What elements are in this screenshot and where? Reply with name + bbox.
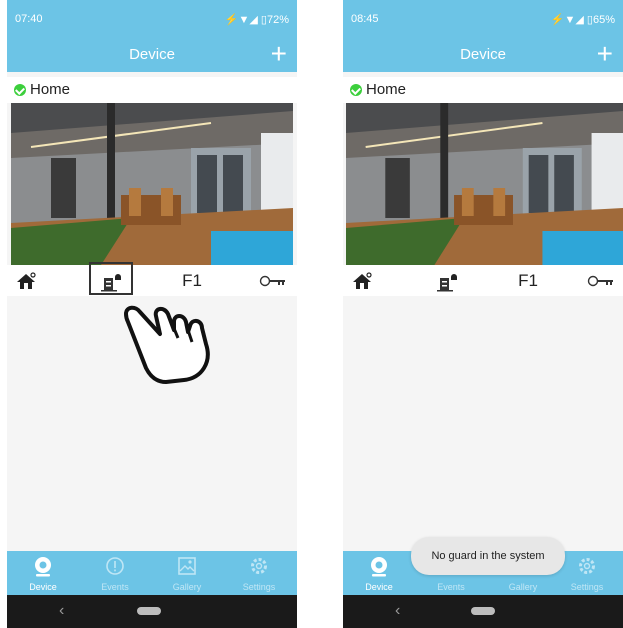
toast-message: No guard in the system (411, 537, 565, 575)
status-time: 08:45 (351, 13, 379, 25)
camera-preview[interactable] (346, 103, 623, 265)
status-time: 07:40 (15, 13, 43, 25)
device-header[interactable]: Home (343, 77, 623, 103)
home-gesture-pill[interactable] (137, 607, 161, 615)
key-unlock-icon[interactable] (587, 265, 623, 296)
tab-label: Device (29, 582, 57, 592)
page-title: Device (129, 46, 175, 63)
key-unlock-icon[interactable] (253, 265, 293, 296)
page-title: Device (460, 46, 506, 63)
gallery-icon (178, 557, 196, 575)
device-name: Home (30, 81, 71, 98)
tab-device[interactable]: Device (7, 551, 79, 595)
house-photo (346, 103, 623, 265)
device-name: Home (366, 81, 407, 98)
device-icon (35, 557, 51, 577)
f1-button[interactable]: F1 (508, 265, 548, 296)
settings-icon (251, 558, 267, 574)
settings-icon (579, 558, 595, 574)
status-system-icons: ⚡▼◢ ▯65% (550, 14, 615, 26)
tab-gallery[interactable]: Gallery (151, 551, 223, 595)
tab-label: Settings (570, 582, 604, 592)
system-nav-bar: ‹ (343, 595, 623, 628)
back-button[interactable]: ‹ (59, 602, 64, 620)
events-icon (106, 557, 124, 575)
f1-button[interactable]: F1 (172, 265, 212, 296)
status-bar: 08:45 ⚡▼◢ ▯65% (343, 0, 623, 38)
camera-preview[interactable] (11, 103, 293, 265)
highlight-box (89, 262, 133, 295)
phone-screen-right: 08:45 ⚡▼◢ ▯65% Device + Home F1 Device E… (343, 0, 623, 628)
tab-events[interactable]: Events (79, 551, 151, 595)
home-gesture-pill[interactable] (471, 607, 495, 615)
status-system-icons: ⚡▼◢ ▯72% (224, 14, 289, 26)
device-control-bar: F1 (7, 265, 297, 296)
guard-alarm-icon[interactable] (429, 265, 465, 296)
system-nav-bar: ‹ (7, 595, 297, 628)
tab-label: Settings (242, 582, 276, 592)
tab-device[interactable]: Device (343, 551, 415, 595)
online-status-icon (350, 84, 362, 96)
tab-label: Events (101, 582, 129, 592)
tab-label: Gallery (508, 582, 538, 592)
home-icon[interactable] (11, 265, 41, 296)
device-control-bar: F1 (343, 265, 623, 296)
online-status-icon (14, 84, 26, 96)
home-icon[interactable] (347, 265, 377, 296)
device-icon (371, 557, 387, 577)
pointing-hand-icon (122, 298, 232, 389)
house-photo (11, 103, 293, 265)
add-device-button[interactable]: + (597, 40, 613, 68)
back-button[interactable]: ‹ (395, 602, 400, 620)
tab-label: Device (365, 582, 393, 592)
device-header[interactable]: Home (7, 77, 297, 103)
add-device-button[interactable]: + (271, 40, 287, 68)
app-bar: Device + (343, 38, 623, 72)
tab-label: Events (437, 582, 465, 592)
bottom-tab-bar: Device Events Gallery Settings (7, 551, 297, 595)
tab-settings[interactable]: Settings (223, 551, 295, 595)
status-bar: 07:40 ⚡▼◢ ▯72% (7, 0, 297, 38)
tab-label: Gallery (172, 582, 202, 592)
app-bar: Device + (7, 38, 297, 72)
phone-screen-left: 07:40 ⚡▼◢ ▯72% Device + Home F1 Device E… (7, 0, 297, 628)
